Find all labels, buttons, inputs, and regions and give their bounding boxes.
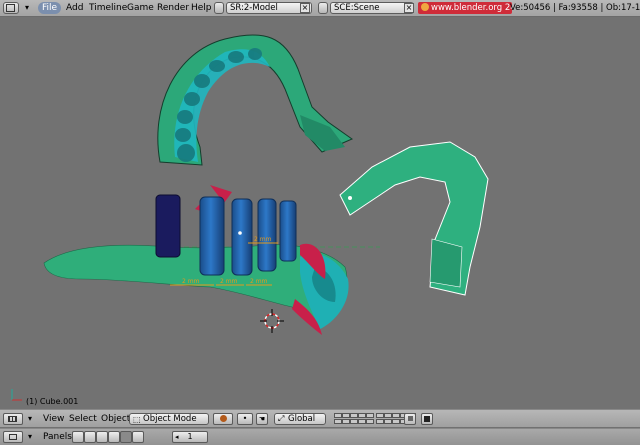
screen-browse-button[interactable] — [214, 2, 224, 14]
menu-view[interactable]: View — [43, 413, 64, 425]
lock-icon — [407, 416, 413, 421]
axis-gizmo — [11, 389, 22, 401]
window-type-icon — [6, 4, 15, 12]
scene-stats: Ve:50456 | Fa:93558 | Ob:17-1 | La — [510, 3, 640, 13]
menu-game[interactable]: Game — [127, 2, 154, 14]
context-buttons[interactable] — [72, 431, 148, 443]
menu-help[interactable]: Help — [191, 2, 212, 14]
menu-object[interactable]: Object — [101, 413, 130, 425]
3d-cursor-icon[interactable] — [260, 309, 284, 333]
menu-select[interactable]: Select — [69, 413, 97, 425]
3d-viewport[interactable]: 2 mm 2 mm 2 mm 2 mm (1) Cube.001 — [0, 17, 640, 409]
render-icon — [424, 416, 430, 422]
scene-name-field[interactable]: SCE:Scene — [330, 2, 414, 14]
script-icon[interactable] — [84, 431, 96, 443]
frame-prev-icon[interactable]: ◂ — [175, 432, 179, 442]
measure-label-4: 2 mm — [254, 236, 272, 243]
lower-jaw-mesh[interactable] — [43, 185, 349, 335]
pivot-select[interactable]: • — [237, 413, 253, 425]
menu-timeline[interactable]: Timeline — [89, 2, 127, 14]
orientation-select[interactable]: ⤢ Global — [274, 413, 326, 425]
buttons-header: ▾ Panels ◂ 1 — [0, 428, 640, 445]
scene-icon[interactable] — [132, 431, 144, 443]
logic-icon[interactable] — [72, 431, 84, 443]
lock-layer-button[interactable] — [404, 413, 416, 425]
panels-label[interactable]: Panels — [43, 431, 72, 443]
frame-value: 1 — [187, 432, 193, 441]
window-type-icon — [9, 434, 17, 440]
orientation-label: Global — [288, 414, 316, 424]
menu-render[interactable]: Render — [157, 2, 189, 14]
collapse-menu-icon[interactable]: ▾ — [28, 413, 32, 425]
draw-type-select[interactable] — [213, 413, 233, 425]
pivot-icon: • — [242, 414, 248, 423]
version-text: www.blender.org 245 — [431, 3, 512, 13]
object-icon[interactable] — [108, 431, 120, 443]
info-header: ▾ File Add Timeline Game Render Help SR:… — [0, 0, 640, 17]
measure-label-3: 2 mm — [250, 278, 268, 285]
blender-logo-icon — [421, 3, 429, 11]
menu-file[interactable]: File — [38, 2, 62, 14]
collapse-menu-icon[interactable]: ▾ — [28, 431, 32, 443]
mode-select[interactable]: ⬚ Object Mode — [129, 413, 209, 425]
viewport-scene[interactable]: 2 mm 2 mm 2 mm 2 mm — [0, 17, 640, 409]
measure-label-1: 2 mm — [182, 278, 200, 285]
object-origin — [238, 231, 242, 235]
measure-label-2: 2 mm — [220, 278, 238, 285]
orientation-icon: ⤢ — [278, 414, 285, 423]
editor-type-button[interactable] — [3, 2, 19, 14]
menu-add[interactable]: Add — [66, 2, 83, 14]
editor-type-button[interactable] — [3, 431, 23, 443]
hand-icon: ☚ — [258, 415, 266, 423]
upper-arch-mesh[interactable] — [157, 34, 354, 166]
scene-browse-button[interactable] — [318, 2, 328, 14]
editor-type-button[interactable] — [3, 413, 23, 425]
collapse-menu-icon[interactable]: ▾ — [25, 3, 29, 12]
render-button[interactable] — [421, 413, 433, 425]
right-arch-mesh[interactable] — [339, 141, 489, 296]
version-link[interactable]: www.blender.org 245 — [418, 2, 512, 14]
manipulator-toggle[interactable]: ☚ — [256, 413, 268, 425]
3d-view-header: ▾ View Select Object ⬚ Object Mode • ☚ ⤢… — [0, 409, 640, 427]
editing-icon[interactable] — [120, 431, 132, 443]
layer-buttons[interactable] — [334, 413, 416, 425]
shading-icon[interactable] — [96, 431, 108, 443]
mode-label: Object Mode — [143, 414, 197, 424]
grid-icon — [8, 416, 17, 422]
active-object-label: (1) Cube.001 — [26, 397, 79, 406]
mode-icon: ⬚ — [133, 415, 141, 424]
draw-type-icon — [219, 415, 227, 422]
screen-delete-icon[interactable]: × — [300, 3, 310, 13]
scene-delete-icon[interactable]: × — [404, 3, 414, 13]
frame-field[interactable]: ◂ 1 — [172, 431, 208, 443]
